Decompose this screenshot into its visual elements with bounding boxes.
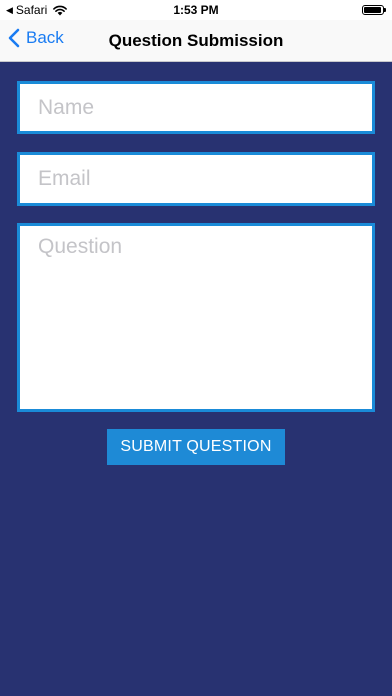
battery-level: [364, 7, 381, 13]
status-time: 1:53 PM: [173, 3, 219, 17]
navigation-bar: Back Question Submission: [0, 20, 392, 62]
submit-question-button[interactable]: SUBMIT QUESTION: [107, 429, 285, 465]
name-field[interactable]: [17, 81, 375, 134]
battery-icon: [362, 5, 386, 15]
battery-tip: [384, 8, 386, 12]
question-form: SUBMIT QUESTION: [0, 62, 392, 696]
question-field[interactable]: [17, 223, 375, 412]
page-title: Question Submission: [108, 31, 284, 50]
status-bar: ◀ Safari 1:53 PM: [0, 0, 392, 20]
email-field[interactable]: [17, 152, 375, 206]
